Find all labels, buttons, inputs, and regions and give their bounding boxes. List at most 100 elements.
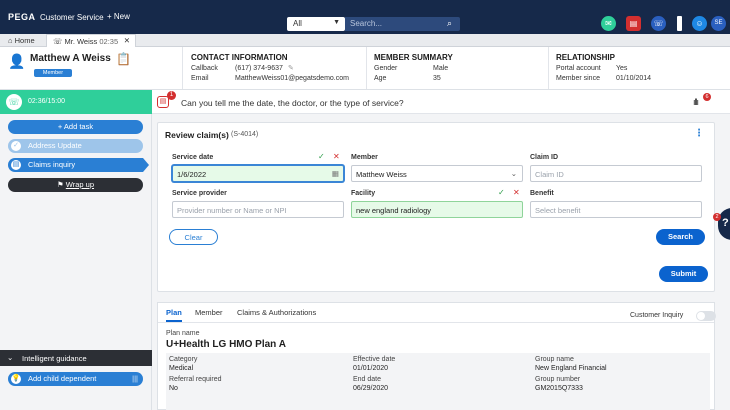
flag-icon: ⚑ — [56, 180, 64, 189]
service-date-input[interactable]: 1/6/2022 ▦ — [172, 165, 344, 182]
search-icon[interactable]: ⌕ — [447, 18, 452, 29]
tab-member[interactable]: Member — [195, 308, 223, 317]
group-name-value: New England Financial — [535, 365, 607, 372]
plan-name-label: Plan name — [166, 330, 200, 337]
plan-panel: Plan Member Claims & Authorizations Cust… — [157, 302, 716, 410]
divider — [182, 47, 183, 89]
age-label: Age — [374, 75, 387, 82]
card-title: Review claim(s) — [165, 130, 229, 140]
brand-logo: PEGA — [8, 12, 36, 22]
member-select[interactable]: Matthew Weiss ⌄ — [351, 165, 523, 182]
toggle-knob — [697, 312, 705, 320]
check-icon[interactable]: ✓ — [318, 152, 325, 161]
guidance-item-label: Add child dependent — [28, 374, 97, 383]
facility-label: Facility — [351, 190, 376, 197]
chevron-down-icon: ⌄ — [510, 169, 517, 178]
check-icon: ▤ — [11, 160, 21, 170]
more-icon[interactable]: ⋮ — [694, 128, 704, 139]
facility-input[interactable]: new england radiology — [351, 201, 523, 218]
end-date-label: End date — [353, 376, 382, 383]
chevron-down-icon: ⌄ — [7, 353, 14, 362]
lightbulb-icon: 💡 — [11, 374, 21, 384]
help-tab[interactable]: ? — [718, 208, 730, 240]
task-claims-inquiry[interactable]: ▤ Claims inquiry — [8, 158, 149, 172]
claim-id-input[interactable]: Claim ID — [530, 165, 702, 182]
benefit-label: Benefit — [530, 190, 554, 197]
provider-input[interactable]: Provider number or Name or NPI — [172, 201, 344, 218]
tab-interaction-label: Mr. Weiss — [64, 37, 98, 46]
tab-claims[interactable]: Claims & Authorizations — [237, 308, 316, 317]
waveform-icon[interactable]: ıllı — [693, 97, 699, 107]
messages-icon[interactable]: ▤ — [626, 16, 641, 31]
avatar[interactable]: SE — [711, 16, 726, 31]
effective-date-label: Effective date — [353, 356, 396, 363]
member-name: Matthew A Weiss — [30, 53, 111, 64]
search-placeholder: Search... — [350, 19, 383, 28]
search-scope-select[interactable]: All ▼ — [287, 17, 345, 31]
phone-icon[interactable]: ☏ — [6, 94, 22, 110]
timer-value: 02:36/15:00 — [28, 98, 65, 105]
provider-label: Service provider — [172, 190, 227, 197]
contact-title: CONTACT INFORMATION — [191, 53, 288, 62]
category-label: Category — [169, 356, 198, 363]
guidance-item[interactable]: 💡 Add child dependent ||| — [8, 372, 143, 386]
search-scope-value: All — [293, 19, 302, 28]
task-address-update[interactable]: ✓ Address Update — [8, 139, 143, 153]
category-value: Medical — [169, 365, 194, 372]
group-number-label: Group number — [535, 376, 581, 383]
intelligent-guidance-header[interactable]: ⌄ Intelligent guidance — [0, 350, 152, 366]
group-number-value: GM2015Q7333 — [535, 385, 583, 392]
plan-details: Category Medical Referral required No Ef… — [166, 353, 710, 410]
new-button[interactable]: + New — [107, 12, 130, 21]
callback-value: (617) 374-9637 — [235, 65, 283, 72]
divider — [366, 47, 367, 89]
review-claims-card: Review claim(s) (S-4014) ⋮ Service date … — [157, 122, 715, 292]
age-value: 35 — [433, 75, 441, 82]
email-label: Email — [191, 75, 209, 82]
task-label: Claims inquiry — [28, 160, 76, 169]
left-panel: ☏ 02:36/15:00 + Add task ✓ Address Updat… — [0, 90, 152, 410]
guidance-title: Intelligent guidance — [22, 354, 87, 363]
close-icon[interactable]: ✕ — [333, 152, 340, 161]
search-input[interactable]: Search... ⌕ — [345, 17, 460, 31]
task-wrap-up[interactable]: ⚑ Wrap up — [8, 178, 143, 192]
tab-home[interactable]: ⌂ Home — [2, 34, 41, 47]
search-button[interactable]: Search — [656, 229, 705, 245]
plan-name: U+Health LG HMO Plan A — [166, 339, 286, 350]
callback-label: Callback — [191, 65, 218, 72]
member-since-label: Member since — [556, 75, 600, 82]
tab-bar: ⌂ Home ☏ Mr. Weiss 02:35 ✕ — [0, 34, 730, 47]
portal-label: Portal account — [556, 65, 601, 72]
phone-icon[interactable]: ☏ — [651, 16, 666, 31]
calendar-icon[interactable]: ▦ — [332, 169, 339, 178]
referral-label: Referral required — [169, 376, 222, 383]
notification-badge: 6 — [703, 93, 711, 101]
notification-badge: 1 — [167, 91, 176, 100]
chat-icon[interactable]: ✉ — [601, 16, 616, 31]
end-date-value: 06/29/2020 — [353, 385, 389, 392]
check-icon: ✓ — [11, 141, 21, 151]
member-label: Member — [351, 154, 378, 161]
clipboard-icon[interactable]: 📋 — [116, 52, 131, 66]
effective-date-value: 01/01/2020 — [353, 365, 389, 372]
service-date-label: Service date — [172, 154, 214, 161]
add-task-button[interactable]: + Add task — [8, 120, 143, 134]
close-icon[interactable]: ✕ — [124, 36, 130, 45]
close-icon[interactable]: ✕ — [513, 188, 520, 197]
clear-button[interactable]: Clear — [169, 229, 218, 245]
check-icon[interactable]: ✓ — [498, 188, 505, 197]
tab-interaction[interactable]: ☏ Mr. Weiss 02:35 ✕ — [46, 34, 136, 47]
top-bar: PEGA Customer Service + New All ▼ Search… — [0, 0, 730, 34]
edit-icon[interactable]: ✎ — [288, 64, 294, 72]
tab-plan[interactable]: Plan — [166, 308, 182, 322]
member-header: 👤 Matthew A Weiss 📋 Member CONTACT INFOR… — [0, 47, 730, 90]
customer-inquiry-label: Customer Inquiry — [630, 312, 684, 319]
smile-icon[interactable]: ☺ — [692, 16, 707, 31]
customer-inquiry-toggle[interactable] — [696, 311, 716, 321]
benefit-select[interactable]: Select benefit — [530, 201, 702, 218]
gender-value: Male — [433, 65, 449, 72]
app-name[interactable]: Customer Service — [40, 13, 104, 22]
portal-value: Yes — [616, 65, 628, 72]
call-timer: ☏ 02:36/15:00 — [0, 90, 152, 114]
submit-button[interactable]: Submit — [659, 266, 708, 282]
